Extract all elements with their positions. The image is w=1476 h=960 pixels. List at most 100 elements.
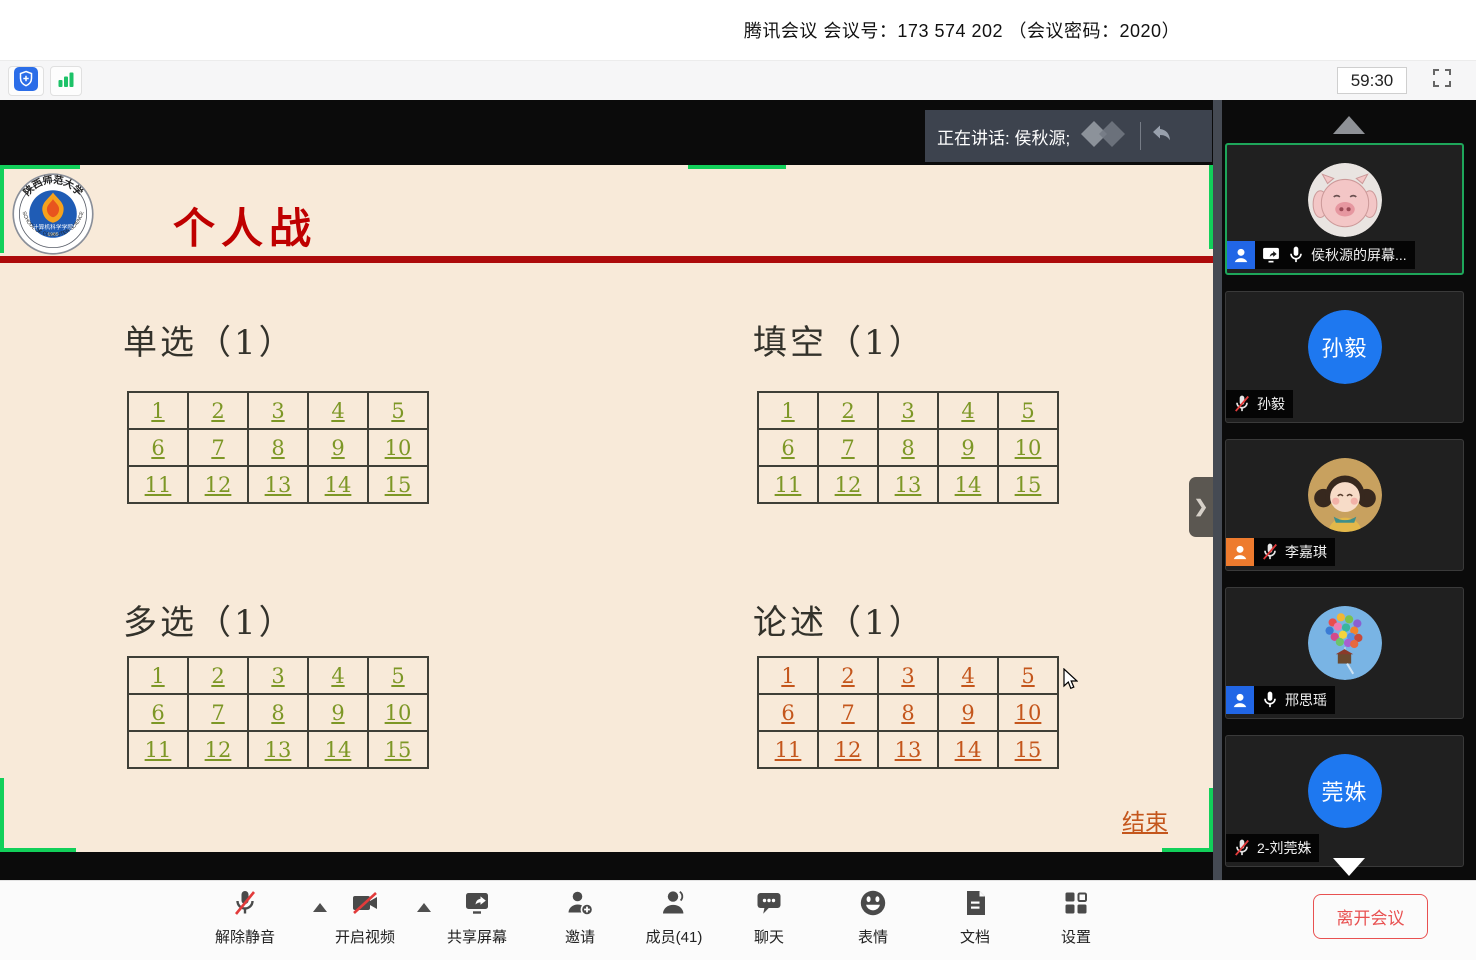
fullscreen-button[interactable] [1428, 67, 1455, 94]
question-link[interactable]: 11 [775, 473, 802, 497]
question-link[interactable]: 6 [151, 436, 164, 460]
question-link[interactable]: 14 [325, 473, 352, 497]
question-link[interactable]: 4 [961, 399, 974, 423]
participant-tile[interactable]: 莞姝2-刘莞姝 [1225, 735, 1464, 867]
question-link[interactable]: 1 [151, 399, 164, 423]
question-link[interactable]: 3 [901, 399, 914, 423]
question-link[interactable]: 7 [841, 701, 854, 725]
participant-tile[interactable]: 李嘉琪 [1225, 439, 1464, 571]
question-cell: 14 [308, 731, 368, 768]
question-link[interactable]: 15 [385, 738, 412, 762]
question-link[interactable]: 1 [151, 664, 164, 688]
question-link[interactable]: 9 [331, 436, 344, 460]
question-link[interactable]: 5 [391, 399, 404, 423]
question-link[interactable]: 11 [145, 473, 172, 497]
question-link[interactable]: 8 [271, 701, 284, 725]
question-link[interactable]: 8 [901, 701, 914, 725]
question-link[interactable]: 14 [955, 738, 982, 762]
question-link[interactable]: 4 [331, 399, 344, 423]
question-link[interactable]: 14 [325, 738, 352, 762]
end-link[interactable]: 结束 [1122, 803, 1168, 837]
toolbar-item-label: 共享屏幕 [447, 926, 507, 947]
question-link[interactable]: 9 [961, 436, 974, 460]
participants-panel: 侯秋源的屏幕... 孙毅孙毅李嘉琪邢思瑶莞姝2-刘莞姝 [1222, 100, 1476, 880]
docs-button[interactable]: 文档 [927, 888, 1023, 947]
question-link[interactable]: 5 [1021, 664, 1034, 688]
question-link[interactable]: 3 [271, 664, 284, 688]
question-link[interactable]: 3 [901, 664, 914, 688]
question-link[interactable]: 2 [211, 664, 224, 688]
question-link[interactable]: 12 [835, 473, 862, 497]
question-link[interactable]: 7 [841, 436, 854, 460]
question-link[interactable]: 9 [961, 701, 974, 725]
emoji-button[interactable]: 表情 [825, 888, 921, 947]
question-link[interactable]: 13 [265, 473, 292, 497]
question-link[interactable]: 11 [775, 738, 802, 762]
question-link[interactable]: 10 [1015, 701, 1042, 725]
invite-button[interactable]: 邀请 [532, 888, 628, 947]
mic-on-icon [1260, 690, 1280, 710]
question-link[interactable]: 5 [391, 664, 404, 688]
members-button[interactable]: 成员(41) [626, 888, 722, 947]
start-video-button[interactable]: 开启视频 [317, 888, 413, 947]
question-link[interactable]: 1 [781, 664, 794, 688]
question-link[interactable]: 12 [205, 473, 232, 497]
question-link[interactable]: 7 [211, 436, 224, 460]
question-link[interactable]: 8 [901, 436, 914, 460]
question-link[interactable]: 7 [211, 701, 224, 725]
question-link[interactable]: 14 [955, 473, 982, 497]
stage-scrollbar[interactable] [1213, 100, 1222, 880]
participant-namebar: 李嘉琪 [1226, 538, 1335, 566]
toolbar-item-label: 开启视频 [335, 926, 395, 947]
mic-on-icon [1286, 245, 1306, 265]
svg-text:1985: 1985 [48, 231, 59, 237]
question-link[interactable]: 8 [271, 436, 284, 460]
question-link[interactable]: 13 [265, 738, 292, 762]
question-link[interactable]: 5 [1021, 399, 1034, 423]
mic-muted-icon [1260, 542, 1280, 562]
question-link[interactable]: 10 [1015, 436, 1042, 460]
chat-button[interactable]: 聊天 [721, 888, 817, 947]
question-link[interactable]: 10 [385, 701, 412, 725]
meeting-health-button[interactable] [8, 66, 44, 96]
participant-tile[interactable]: 孙毅孙毅 [1225, 291, 1464, 423]
question-link[interactable]: 2 [211, 399, 224, 423]
question-link[interactable]: 9 [331, 701, 344, 725]
question-link[interactable]: 15 [385, 473, 412, 497]
question-link[interactable]: 6 [151, 701, 164, 725]
question-link[interactable]: 10 [385, 436, 412, 460]
participant-tile[interactable]: 侯秋源的屏幕... [1225, 143, 1464, 275]
question-link[interactable]: 4 [961, 664, 974, 688]
participant-tile[interactable]: 邢思瑶 [1225, 587, 1464, 719]
question-link[interactable]: 13 [895, 738, 922, 762]
question-cell: 9 [938, 429, 998, 466]
avatar [1308, 163, 1382, 237]
question-link[interactable]: 2 [841, 399, 854, 423]
question-link[interactable]: 2 [841, 664, 854, 688]
question-link[interactable]: 11 [145, 738, 172, 762]
scroll-down-arrow[interactable] [1333, 858, 1365, 876]
settings-button[interactable]: 设置 [1028, 888, 1124, 947]
docs-icon [960, 888, 990, 923]
scroll-up-arrow[interactable] [1333, 116, 1365, 134]
question-link[interactable]: 6 [781, 436, 794, 460]
restore-arrow-icon[interactable] [1150, 122, 1174, 151]
unmute-button[interactable]: 解除静音 [197, 888, 293, 947]
question-link[interactable]: 13 [895, 473, 922, 497]
leave-meeting-button[interactable]: 离开会议 [1313, 894, 1428, 939]
panel-toggle-tab[interactable]: ❯ [1189, 477, 1213, 537]
question-cell: 3 [248, 392, 308, 429]
network-status-button[interactable] [50, 66, 82, 96]
question-link[interactable]: 12 [205, 738, 232, 762]
question-cell: 4 [938, 657, 998, 694]
question-link[interactable]: 15 [1015, 473, 1042, 497]
question-cell: 11 [758, 466, 818, 503]
question-link[interactable]: 15 [1015, 738, 1042, 762]
question-link[interactable]: 12 [835, 738, 862, 762]
question-link[interactable]: 3 [271, 399, 284, 423]
question-cell: 12 [188, 466, 248, 503]
question-link[interactable]: 4 [331, 664, 344, 688]
question-link[interactable]: 1 [781, 399, 794, 423]
share-screen-button[interactable]: 共享屏幕 [429, 888, 525, 947]
question-link[interactable]: 6 [781, 701, 794, 725]
